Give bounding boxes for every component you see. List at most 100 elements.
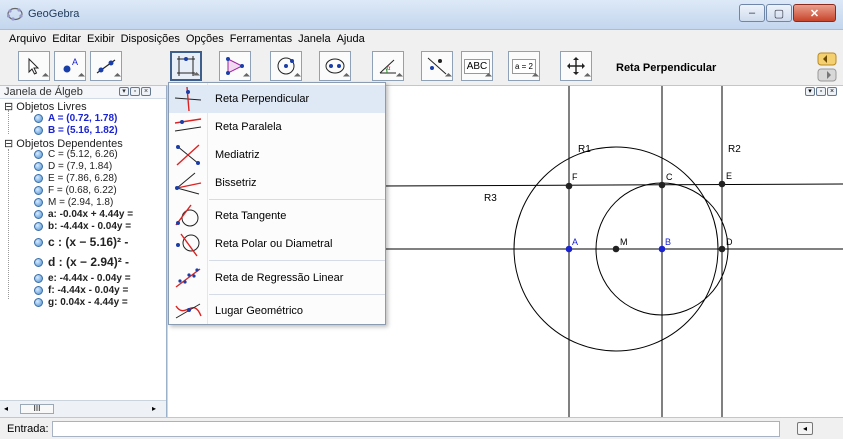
- menu-opcoes[interactable]: Opções: [183, 33, 227, 45]
- input-help-icon[interactable]: ◂: [797, 422, 813, 435]
- visibility-toggle-icon[interactable]: [34, 298, 43, 307]
- visibility-toggle-icon[interactable]: [34, 126, 43, 135]
- menu-arquivo[interactable]: Arquivo: [6, 33, 49, 45]
- menu-ferramentas[interactable]: Ferramentas: [227, 33, 295, 45]
- menu-item-locus[interactable]: Lugar Geométrico: [169, 297, 385, 325]
- visibility-toggle-icon[interactable]: [34, 210, 43, 219]
- menu-item-perpendicular-bisector[interactable]: Mediatriz: [169, 141, 385, 169]
- reflect-point-icon: [427, 57, 447, 75]
- text-tool-button[interactable]: ABC: [461, 51, 493, 81]
- list-item[interactable]: D = (7.9, 1.84): [34, 161, 112, 172]
- label-E: E: [726, 171, 732, 181]
- collapse-icon[interactable]: ⊟: [4, 101, 16, 113]
- menu-ajuda[interactable]: Ajuda: [334, 33, 368, 45]
- move-view-tool-button[interactable]: [560, 51, 592, 81]
- menu-disposicoes[interactable]: Disposições: [118, 33, 183, 45]
- list-item[interactable]: M = (2.94, 1.8): [34, 197, 113, 208]
- list-item[interactable]: B = (5.16, 1.82): [34, 125, 118, 136]
- menu-janela[interactable]: Janela: [295, 33, 333, 45]
- menu-bar: Arquivo Editar Exibir Disposições Opções…: [0, 30, 843, 48]
- list-item[interactable]: f: -4.44x - 0.04y =: [34, 285, 128, 296]
- angle-icon: α: [379, 59, 396, 74]
- visibility-toggle-icon[interactable]: [34, 114, 43, 123]
- view-undock-icon[interactable]: ▫: [130, 87, 140, 96]
- point-tool-button[interactable]: A: [54, 51, 86, 81]
- circle-center-point-icon: [277, 57, 295, 75]
- menu-item-angle-bisector[interactable]: Bissetriz: [169, 169, 385, 197]
- visibility-toggle-icon[interactable]: [34, 186, 43, 195]
- point-C[interactable]: [658, 181, 666, 189]
- list-item[interactable]: e: -4.44x - 0.04y =: [34, 273, 131, 284]
- list-item[interactable]: b: -4.44x - 0.04y =: [34, 221, 131, 232]
- point-E[interactable]: [718, 180, 726, 188]
- scroll-left-icon[interactable]: ◂: [4, 404, 8, 413]
- list-item[interactable]: a: -0.04x + 4.44y =: [34, 209, 133, 220]
- collapse-icon[interactable]: ⊟: [4, 138, 16, 150]
- circle-tool-button[interactable]: [270, 51, 302, 81]
- line-through-points-icon: [96, 59, 116, 74]
- label-M: M: [620, 237, 628, 247]
- group-free-objects[interactable]: ⊟ Objetos Livres: [4, 100, 87, 113]
- algebra-view: Janela de Álgeb ▾ ▫ × ⊟ Objetos Livres A…: [0, 85, 167, 417]
- label-R1: R1: [578, 144, 591, 155]
- input-label: Entrada:: [7, 423, 49, 435]
- algebra-horizontal-scrollbar[interactable]: ◂ III ▸: [0, 400, 166, 417]
- list-item[interactable]: A = (0.72, 1.78): [34, 113, 117, 124]
- tangent-icon: [175, 204, 199, 227]
- visibility-toggle-icon[interactable]: [34, 257, 43, 267]
- perpendicular-tool-button[interactable]: [170, 51, 202, 81]
- menu-item-polar-line[interactable]: Reta Polar ou Diametral: [169, 230, 385, 258]
- list-item[interactable]: c : (x − 5.16)² -: [34, 235, 128, 249]
- visibility-toggle-icon[interactable]: [34, 174, 43, 183]
- list-item[interactable]: E = (7.86, 6.28): [34, 173, 117, 184]
- move-tool-button[interactable]: [18, 51, 50, 81]
- slider-tool-button[interactable]: a = 2: [508, 51, 540, 81]
- menu-item-regression-line[interactable]: Reta de Regressão Linear: [169, 264, 385, 292]
- label-R3: R3: [484, 193, 497, 204]
- list-item[interactable]: F = (0.68, 6.22): [34, 185, 117, 196]
- algebra-object-list: ⊟ Objetos Livres A = (0.72, 1.78) B = (5…: [0, 100, 166, 400]
- svg-text:α: α: [387, 66, 391, 72]
- redo-icon[interactable]: [817, 68, 837, 82]
- menu-exibir[interactable]: Exibir: [84, 33, 118, 45]
- move-graphics-view-icon: [567, 57, 585, 75]
- input-field[interactable]: [52, 421, 780, 437]
- close-button[interactable]: ✕: [793, 4, 836, 22]
- visibility-toggle-icon[interactable]: [34, 198, 43, 207]
- point-F[interactable]: [565, 182, 573, 190]
- view-close-icon[interactable]: ×: [141, 87, 151, 96]
- list-item[interactable]: g: 0.04x - 4.44y =: [34, 297, 128, 308]
- visibility-toggle-icon[interactable]: [34, 237, 43, 247]
- minimize-button[interactable]: –: [739, 4, 765, 22]
- visibility-toggle-icon[interactable]: [34, 222, 43, 231]
- polygon-tool-button[interactable]: [219, 51, 251, 81]
- toolbar: A α ABC a = 2 Reta Perpendicular: [0, 48, 843, 85]
- list-item[interactable]: C = (5.12, 6.26): [34, 149, 118, 160]
- slider-tool-label: a = 2: [511, 58, 536, 74]
- menu-item-tangent[interactable]: Reta Tangente: [169, 202, 385, 230]
- list-item[interactable]: d : (x − 2.94)² -: [34, 255, 129, 269]
- visibility-toggle-icon[interactable]: [34, 162, 43, 171]
- conic-tool-button[interactable]: [319, 51, 351, 81]
- line-tool-button[interactable]: [90, 51, 122, 81]
- undo-icon[interactable]: [817, 52, 837, 66]
- label-C: C: [666, 172, 673, 182]
- menu-editar[interactable]: Editar: [49, 33, 84, 45]
- angle-tool-button[interactable]: α: [372, 51, 404, 81]
- menu-item-parallel-line[interactable]: Reta Paralela: [169, 113, 385, 141]
- active-tool-name: Reta Perpendicular: [616, 62, 717, 74]
- point-M[interactable]: [612, 245, 620, 253]
- visibility-toggle-icon[interactable]: [34, 274, 43, 283]
- algebra-view-title: Janela de Álgeb: [4, 86, 83, 98]
- reflect-tool-button[interactable]: [421, 51, 453, 81]
- point-D[interactable]: [718, 245, 726, 253]
- scrollbar-thumb[interactable]: III: [20, 404, 54, 414]
- visibility-toggle-icon[interactable]: [34, 286, 43, 295]
- maximize-button[interactable]: ▢: [766, 4, 792, 22]
- view-menu-icon[interactable]: ▾: [119, 87, 129, 96]
- label-D: D: [726, 237, 733, 247]
- scroll-right-icon[interactable]: ▸: [152, 404, 156, 413]
- visibility-toggle-icon[interactable]: [34, 150, 43, 159]
- menu-item-perpendicular-line[interactable]: Reta Perpendicular: [169, 85, 385, 113]
- perpendicular-bisector-icon: [176, 144, 200, 166]
